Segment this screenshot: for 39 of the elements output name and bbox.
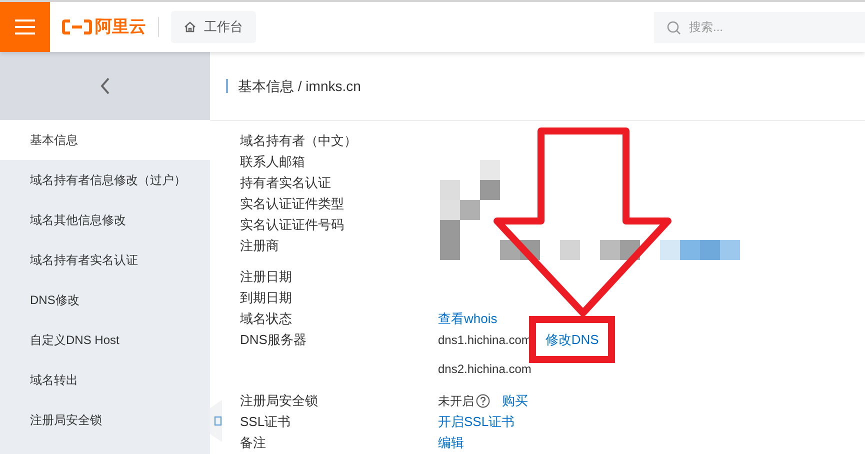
sidebar-item[interactable]: DNS修改 (0, 280, 210, 320)
workbench-button[interactable]: 工作台 (171, 11, 256, 43)
field-label: 域名持有者（中文） (240, 132, 358, 150)
field-label: 备注 (240, 434, 267, 452)
field-value: 未开启 (438, 392, 474, 410)
help-icon[interactable] (476, 394, 490, 408)
link[interactable]: 查看whois (438, 308, 498, 328)
field-label: 联系人邮箱 (240, 152, 306, 171)
sidebar-item[interactable]: 注册局安全锁 (0, 400, 210, 440)
home-icon (184, 21, 196, 33)
sidebar-item[interactable]: 域名转出 (0, 360, 210, 400)
link[interactable]: 编辑 (438, 432, 464, 452)
link[interactable]: 开启SSL证书 (438, 412, 515, 432)
sidebar-item[interactable]: 域名持有者信息修改（过户） (0, 160, 210, 200)
field-label: 持有者实名认证 (240, 174, 332, 192)
search-field[interactable]: 搜索... (654, 12, 865, 42)
collapse-icon[interactable] (100, 77, 110, 95)
sidebar-item[interactable]: 自定义DNS Host (0, 320, 210, 360)
breadcrumb: 基本信息 / imnks.cn (238, 76, 361, 96)
field-label: 实名认证证件号码 (240, 216, 345, 234)
field-label: 注册商 (240, 236, 280, 255)
field-label: SSL证书 (240, 412, 292, 431)
field-label: 注册局安全锁 (240, 392, 319, 410)
sidebar-handle-icon[interactable] (210, 400, 222, 442)
field-label: 到期日期 (240, 288, 293, 307)
logo-icon (62, 19, 92, 35)
field-label: 域名状态 (240, 310, 293, 328)
sidebar-item[interactable]: 基本信息 (0, 120, 210, 160)
search-icon (667, 20, 681, 34)
field-value: dns1.hichina.com (438, 332, 532, 348)
menu-button[interactable] (0, 2, 50, 52)
sidebar-item[interactable]: 域名持有者实名认证 (0, 240, 210, 280)
sidebar-item[interactable]: 域名其他信息修改 (0, 200, 210, 240)
field-label: DNS服务器 (240, 330, 308, 349)
field-label: 实名认证证件类型 (240, 194, 345, 213)
field-label: 注册日期 (240, 268, 293, 286)
field-value: dns2.hichina.com (438, 361, 532, 378)
link[interactable]: 购买 (502, 390, 528, 410)
menu-icon (15, 19, 35, 35)
